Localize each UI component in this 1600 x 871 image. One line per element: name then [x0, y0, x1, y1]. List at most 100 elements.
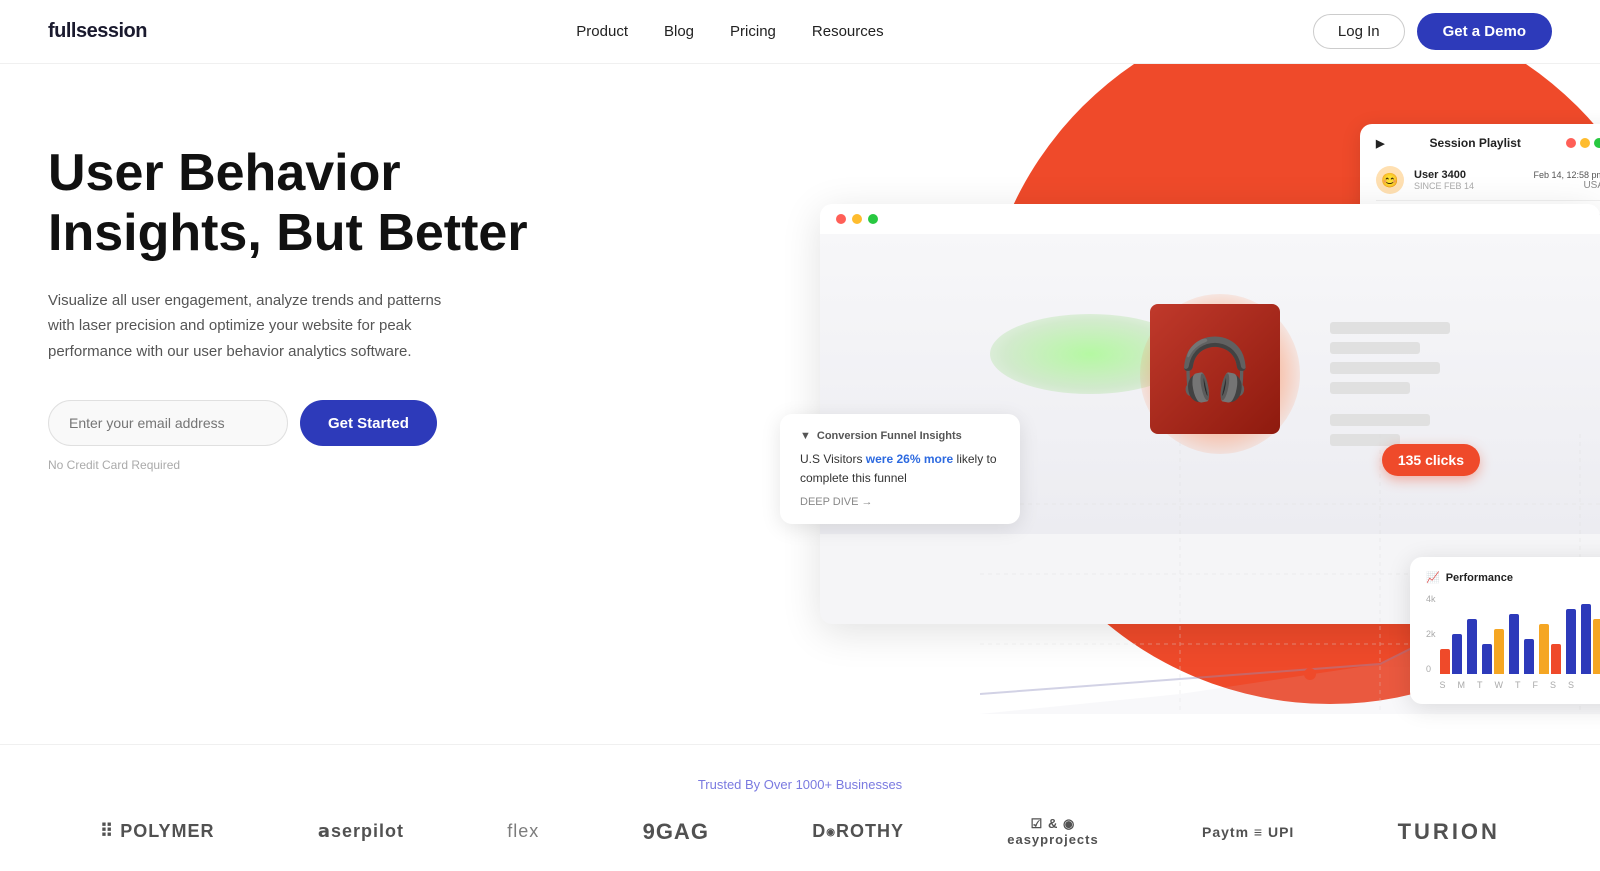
placeholder-5 — [1330, 414, 1430, 426]
trusted-title: Trusted By Over 1000+ Businesses — [48, 777, 1552, 792]
x-label-m: M — [1458, 680, 1466, 690]
bar-group-m — [1467, 619, 1477, 674]
logo-polymer: ⠿ POLYMER — [100, 821, 215, 842]
x-label-s2: S — [1550, 680, 1556, 690]
bar-blue-s3 — [1581, 604, 1591, 674]
login-button[interactable]: Log In — [1313, 14, 1405, 49]
x-label-t1: T — [1477, 680, 1483, 690]
hero-section: User Behavior Insights, But Better Visua… — [0, 64, 1600, 744]
browser-dot-yellow — [852, 214, 862, 224]
userpilot-icon: 𝗮 — [318, 821, 331, 841]
hero-form: Get Started — [48, 400, 528, 446]
nav-blog[interactable]: Blog — [664, 23, 694, 40]
placeholder-2 — [1330, 342, 1420, 354]
polymer-dots-icon: ⠿ — [100, 821, 114, 841]
headphone-icon: 🎧 — [1178, 334, 1253, 405]
navbar: fullsession Product Blog Pricing Resourc… — [0, 0, 1600, 64]
logo-paytm: Paytm ≡ UPI — [1202, 824, 1294, 840]
bar-red-s1 — [1440, 649, 1450, 674]
session-since-1: SINCE FEB 14 — [1414, 181, 1523, 191]
session-card-icon: ▶ — [1376, 137, 1384, 150]
bar-blue-t1 — [1482, 644, 1492, 674]
bar-blue-m — [1467, 619, 1477, 674]
hero-description: Visualize all user engagement, analyze t… — [48, 288, 448, 365]
red-heat-blob: 🎧 — [1140, 294, 1300, 454]
funnel-icon: ▼ — [800, 430, 811, 442]
email-input[interactable] — [48, 400, 288, 446]
bar-group-s3 — [1581, 604, 1600, 674]
get-started-button[interactable]: Get Started — [300, 400, 437, 446]
maximize-btn[interactable] — [1594, 138, 1600, 148]
nav-product[interactable]: Product — [576, 23, 628, 40]
clicks-badge: 135 clicks — [1382, 444, 1480, 476]
bar-group-t1 — [1482, 629, 1504, 674]
bar-group-t2 — [1524, 639, 1534, 674]
x-label-w: W — [1495, 680, 1504, 690]
placeholder-3 — [1330, 362, 1440, 374]
no-credit-card-note: No Credit Card Required — [48, 458, 528, 472]
funnel-deep-dive-link[interactable]: DEEP DIVE → — [800, 496, 1000, 508]
session-date-info-1: Feb 14, 12:58 pm USA — [1533, 170, 1600, 191]
minimize-btn[interactable] — [1580, 138, 1590, 148]
logo-turion: TURION — [1398, 819, 1500, 845]
session-card-title: Session Playlist — [1430, 136, 1521, 150]
product-image: 🎧 — [1150, 304, 1280, 434]
placeholder-1 — [1330, 322, 1450, 334]
logo: fullsession — [48, 20, 147, 43]
bar-group-f — [1539, 624, 1561, 674]
browser-dot-red — [836, 214, 846, 224]
bar-orange-s3 — [1593, 619, 1600, 674]
nav-pricing[interactable]: Pricing — [730, 23, 776, 40]
bar-group-w — [1509, 614, 1519, 674]
user-avatar-1: 😊 — [1376, 166, 1404, 194]
bar-group-s1 — [1440, 634, 1462, 674]
funnel-card-title: ▼ Conversion Funnel Insights — [800, 430, 1000, 442]
nav-resources[interactable]: Resources — [812, 23, 884, 40]
dashboard-preview: ▶ Session Playlist 😊 User 3400 SINCE FEB… — [780, 124, 1600, 714]
x-label-t2: T — [1515, 680, 1521, 690]
nav-links: Product Blog Pricing Resources — [576, 23, 883, 40]
bar-red-f — [1551, 644, 1561, 674]
bar-group-s2 — [1566, 609, 1576, 674]
trusted-section: Trusted By Over 1000+ Businesses ⠿ POLYM… — [0, 744, 1600, 871]
session-card-header: ▶ Session Playlist — [1376, 136, 1600, 150]
content-placeholders — [1330, 322, 1450, 446]
logo-userpilot: 𝗮serpilot — [318, 821, 404, 842]
performance-chart-area: 4k 2k 0 — [1426, 594, 1600, 690]
bar-orange-t1 — [1494, 629, 1504, 674]
bar-orange-f — [1539, 624, 1549, 674]
performance-card-title: 📈 Performance — [1426, 571, 1600, 584]
bar-blue-t2 — [1524, 639, 1534, 674]
logos-row: ⠿ POLYMER 𝗮serpilot flex 9GAG D◉ROTHY ☑ … — [100, 816, 1500, 847]
x-label-s3: S — [1568, 680, 1574, 690]
bar-blue-s2 — [1566, 609, 1576, 674]
session-region-1: USA — [1533, 180, 1600, 191]
performance-card: 📈 Performance 4k 2k 0 — [1410, 557, 1600, 704]
browser-dot-green — [868, 214, 878, 224]
logo-easyprojects: ☑ & ◉easyprojects — [1007, 816, 1099, 847]
y-axis-labels: 4k 2k 0 — [1426, 594, 1440, 674]
x-label-s1: S — [1440, 680, 1446, 690]
logo-dorothy: D◉ROTHY — [812, 821, 904, 842]
logo-flex: flex — [507, 821, 539, 842]
close-red-btn[interactable] — [1566, 138, 1576, 148]
hero-title: User Behavior Insights, But Better — [48, 144, 528, 264]
session-user-info-1: User 3400 SINCE FEB 14 — [1414, 169, 1523, 191]
bar-blue-w — [1509, 614, 1519, 674]
hero-content: User Behavior Insights, But Better Visua… — [48, 144, 528, 472]
performance-icon: 📈 — [1426, 571, 1440, 584]
session-date-1: Feb 14, 12:58 pm — [1533, 170, 1600, 180]
funnel-card-text: U.S Visitors were 26% more likely to com… — [800, 450, 1000, 488]
session-close-controls — [1566, 138, 1600, 148]
session-row-1: 😊 User 3400 SINCE FEB 14 Feb 14, 12:58 p… — [1376, 160, 1600, 201]
bar-blue-s1 — [1452, 634, 1462, 674]
session-user-id-1: User 3400 — [1414, 169, 1523, 181]
nav-actions: Log In Get a Demo — [1313, 13, 1552, 50]
funnel-insight-card: ▼ Conversion Funnel Insights U.S Visitor… — [780, 414, 1020, 524]
bar-chart-bars — [1440, 594, 1600, 674]
browser-bar — [820, 204, 1600, 235]
get-demo-button[interactable]: Get a Demo — [1417, 13, 1552, 50]
placeholder-4 — [1330, 382, 1410, 394]
bar-chart: S M T W T F S S — [1440, 594, 1600, 690]
x-label-f: F — [1533, 680, 1539, 690]
